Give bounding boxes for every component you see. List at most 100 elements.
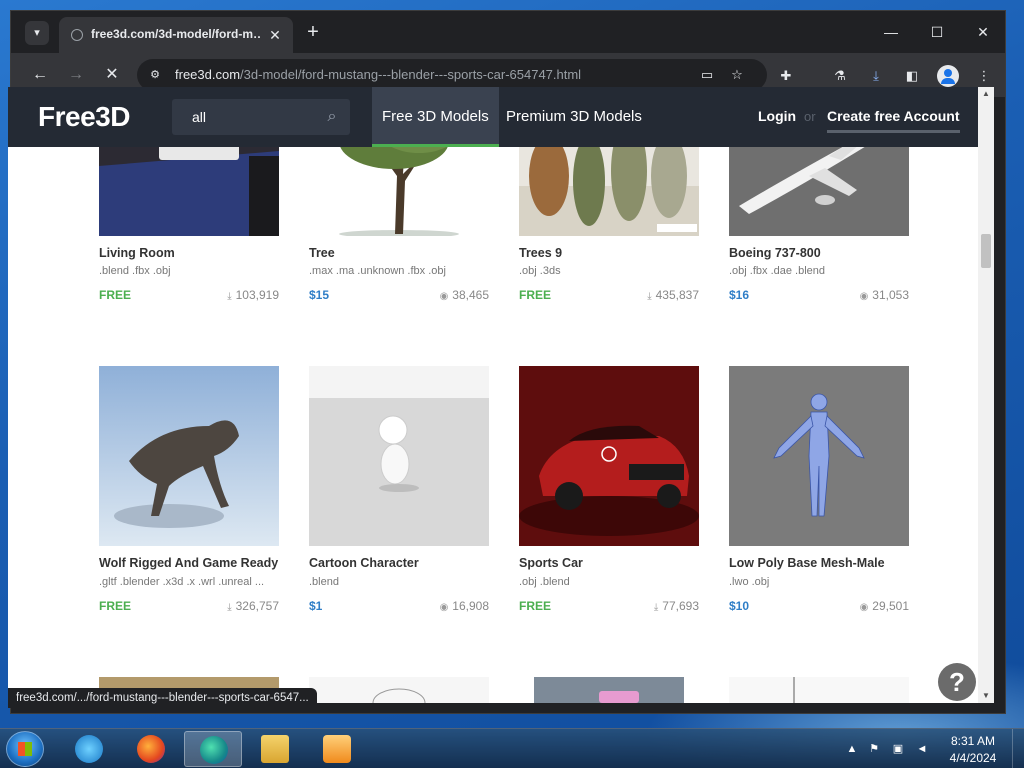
eye-icon: ◉ [859,602,869,613]
edge-icon [200,736,228,764]
scroll-up-arrow[interactable]: ▲ [978,87,994,101]
folder-icon [261,735,289,763]
taskbar-file-explorer[interactable] [246,731,304,767]
profile-avatar-icon[interactable] [937,65,959,87]
model-view-count: ◉ 16,908 [439,599,489,613]
model-card[interactable] [729,677,909,703]
model-view-count: ◉ 29,501 [859,599,909,613]
model-card[interactable] [519,677,699,703]
download-icon: ⤓ [653,602,659,613]
taskbar-edge[interactable] [184,731,242,767]
install-app-icon[interactable]: ▭ [697,65,717,85]
model-view-count: ◉ 31,053 [859,288,909,302]
model-thumbnail[interactable] [519,677,699,703]
taskbar: ▲ ⚑ ▣ ◄ 8:31 AM 4/4/2024 [0,728,1024,768]
internet-explorer-icon [75,735,103,763]
extensions-icon[interactable]: ✚ [775,65,797,87]
clock-time[interactable]: 8:31 AM [950,734,996,748]
model-formats: .max .ma .unknown .fbx .obj [309,265,446,277]
model-download-count: ⤓ 326,757 [227,599,279,613]
model-download-count: ⤓ 77,693 [653,599,699,613]
taskbar-media-player[interactable] [308,731,366,767]
model-title[interactable]: Living Room [99,246,175,260]
model-card[interactable] [309,366,489,546]
model-card[interactable] [729,366,909,546]
network-icon[interactable]: ▣ [890,741,906,757]
tab-search-button[interactable]: ▾ [25,21,49,45]
download-icon[interactable]: ⤓ [865,65,887,87]
model-title[interactable]: Cartoon Character [309,556,419,570]
create-account-link[interactable]: Create free Account [827,108,960,133]
model-formats: .blend .fbx .obj [99,265,171,277]
side-panel-icon[interactable]: ◧ [901,65,923,87]
model-title[interactable]: Wolf Rigged And Game Ready [99,556,278,570]
model-price: $10 [729,599,750,613]
nav-free-3d-models[interactable]: Free 3D Models [372,87,499,147]
volume-muted-icon[interactable]: ◄ [914,741,930,757]
download-icon: ⤓ [227,291,232,302]
minimize-button[interactable]: — [871,19,911,45]
back-button[interactable]: ← [27,63,53,87]
model-formats: .gltf .blender .x3d .x .wrl .unreal ... [99,576,265,588]
clock-date[interactable]: 4/4/2024 [946,751,1000,765]
model-card[interactable] [309,677,489,703]
eye-icon: ◉ [859,291,869,302]
scroll-down-arrow[interactable]: ▼ [978,689,994,703]
url-text[interactable]: free3d.com/3d-model/ford-mustang---blend… [175,67,581,82]
labs-flask-icon[interactable]: ⚗ [829,65,851,87]
model-title[interactable]: Low Poly Base Mesh-Male [729,556,885,570]
link-status-bar: free3d.com/.../ford-mustang---blender---… [8,688,317,708]
model-formats: .lwo .obj [729,576,770,588]
help-button[interactable]: ? [938,663,976,701]
start-button[interactable] [6,731,44,767]
new-tab-button[interactable]: + [301,21,325,45]
search-icon[interactable]: ⌕ [322,107,342,127]
page-viewport: Free3D all ⌕ Free 3D Models Premium 3D M… [8,87,978,703]
model-title[interactable]: Tree [309,246,335,260]
model-formats: .obj .blend [519,576,570,588]
stop-loading-button[interactable]: ✕ [99,63,125,87]
model-title[interactable]: Boeing 737-800 [729,246,821,260]
site-logo[interactable]: Free3D [38,101,130,133]
tab-title: free3d.com/3d-model/ford-m… [91,27,261,41]
model-thumbnail[interactable] [309,677,489,703]
menu-kebab-icon[interactable]: ⋮ [973,65,995,87]
taskbar-firefox[interactable] [122,731,180,767]
model-price: $16 [729,288,750,302]
firefox-icon [137,735,165,763]
taskbar-internet-explorer[interactable] [60,731,118,767]
show-desktop-button[interactable] [1012,729,1024,768]
browser-tab[interactable]: free3d.com/3d-model/ford-m… ✕ [59,17,293,53]
page-scrollbar[interactable]: ▲ ▼ [978,87,994,703]
eye-icon: ◉ [439,602,449,613]
model-title[interactable]: Sports Car [519,556,583,570]
model-thumbnail-cartoon-character[interactable] [309,366,489,546]
download-icon: ⤓ [647,291,652,302]
login-link[interactable]: Login [758,108,796,124]
media-player-icon [323,735,351,763]
model-thumbnail-sports-car[interactable] [519,366,699,546]
model-formats: .obj .fbx .dae .blend [729,265,826,277]
model-price: $1 [309,599,323,613]
model-thumbnail-wolf[interactable] [99,366,279,546]
model-thumbnail-low-poly-base-mesh-male[interactable] [729,366,909,546]
model-thumbnail[interactable] [729,677,909,703]
search-input[interactable]: all ⌕ [172,99,350,135]
bookmark-star-icon[interactable]: ☆ [727,65,747,85]
nav-premium-3d-models[interactable]: Premium 3D Models [496,87,652,147]
action-center-flag-icon[interactable]: ⚑ [866,741,882,757]
close-tab-icon[interactable]: ✕ [265,25,285,45]
globe-icon [71,29,83,41]
maximize-button[interactable]: ☐ [917,19,957,45]
scroll-thumb[interactable] [981,234,991,268]
model-formats: .obj .3ds [519,265,561,277]
forward-button[interactable]: → [63,63,89,87]
search-value: all [192,109,207,125]
close-window-button[interactable]: ✕ [963,19,1003,45]
eye-icon: ◉ [439,291,449,302]
model-title[interactable]: Trees 9 [519,246,562,260]
model-card[interactable] [99,366,279,546]
model-card[interactable] [519,366,699,546]
show-hidden-icons[interactable]: ▲ [844,741,860,757]
site-info-icon[interactable]: ⚙ [147,67,163,83]
